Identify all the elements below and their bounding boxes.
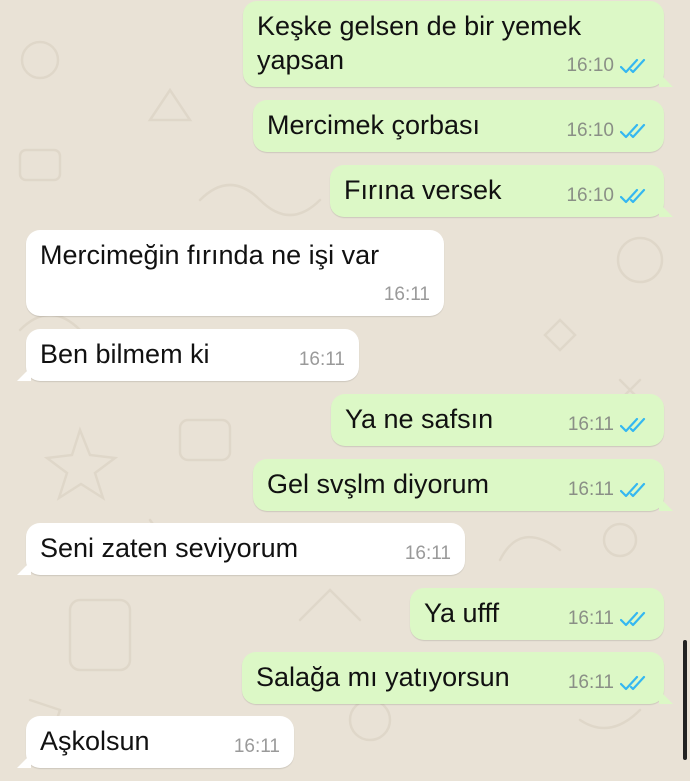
message-text: Ya ne safsın <box>345 404 494 434</box>
message-bubble-outgoing[interactable]: Fırına versek 16:10 <box>330 165 673 217</box>
read-double-check-icon <box>620 123 646 139</box>
message-text: Gel svşlm diyorum <box>267 469 490 499</box>
message-text: Mercimeğin fırında ne işi var <box>40 240 380 270</box>
message-text: Ya ufff <box>424 598 500 628</box>
bubble-tail <box>17 754 31 768</box>
read-double-check-icon <box>620 482 646 498</box>
message-time: 16:11 <box>404 543 451 564</box>
message-time: 16:11 <box>383 284 430 305</box>
message-bubble-incoming[interactable]: Seni zaten seviyorum 16:11 <box>17 523 465 575</box>
bubble-tail <box>659 690 673 704</box>
message-text: Seni zaten seviyorum <box>40 533 299 563</box>
message-meta: 16:11 <box>568 608 650 630</box>
read-double-check-icon <box>620 58 646 74</box>
read-double-check-icon <box>620 188 646 204</box>
message-time: 16:11 <box>233 736 280 757</box>
bubble-tail <box>17 367 31 381</box>
read-double-check-icon <box>620 611 646 627</box>
message-time: 16:11 <box>567 414 614 435</box>
message-bubble-outgoing[interactable]: Gel svşlm diyorum 16:11 <box>253 459 673 511</box>
message-meta: 16:11 <box>568 672 650 694</box>
message-meta: 16:10 <box>566 55 650 77</box>
message-bubble-outgoing[interactable]: Mercimek çorbası 16:10 <box>253 100 664 152</box>
message-meta: 16:11 <box>568 479 650 501</box>
message-bubble-incoming[interactable]: Mercimeğin fırında ne işi var 16:11 <box>26 230 444 316</box>
message-bubble-outgoing[interactable]: Ya ufff 16:11 <box>410 588 664 640</box>
scroll-indicator[interactable] <box>683 640 687 760</box>
message-time: 16:11 <box>567 479 614 500</box>
message-meta: 16:10 <box>566 185 650 207</box>
message-time: 16:10 <box>566 185 614 206</box>
message-text: Mercimek çorbası <box>267 110 481 140</box>
message-bubble-incoming[interactable]: Ben bilmem ki 16:11 <box>17 329 359 381</box>
message-meta: 16:11 <box>234 736 280 758</box>
message-text: Keşke gelsen de bir yemek yapsan <box>257 11 582 75</box>
message-meta: 16:11 <box>568 414 650 436</box>
bubble-tail <box>17 561 31 575</box>
message-bubble-outgoing[interactable]: Ya ne safsın 16:11 <box>331 394 664 446</box>
message-time: 16:11 <box>298 349 345 370</box>
message-text: Ben bilmem ki <box>40 339 210 369</box>
message-meta: 16:11 <box>299 349 345 371</box>
message-text: Fırına versek <box>344 175 502 205</box>
message-meta: 16:10 <box>566 120 650 142</box>
read-double-check-icon <box>620 675 646 691</box>
read-double-check-icon <box>620 417 646 433</box>
message-text: Salağa mı yatıyorsun <box>256 662 510 692</box>
bubble-tail <box>659 497 673 511</box>
message-meta: 16:11 <box>384 284 430 306</box>
message-text: Aşkolsun <box>40 726 150 756</box>
bubble-tail <box>659 73 673 87</box>
message-time: 16:10 <box>566 120 614 141</box>
message-time: 16:11 <box>567 672 614 693</box>
bubble-tail <box>659 203 673 217</box>
message-time: 16:11 <box>567 608 614 629</box>
message-bubble-outgoing[interactable]: Keşke gelsen de bir yemek yapsan 16:10 <box>243 1 673 87</box>
message-time: 16:10 <box>566 55 614 76</box>
message-bubble-outgoing[interactable]: Salağa mı yatıyorsun 16:11 <box>242 652 673 704</box>
message-bubble-incoming[interactable]: Aşkolsun 16:11 <box>17 716 294 768</box>
message-meta: 16:11 <box>405 543 451 565</box>
